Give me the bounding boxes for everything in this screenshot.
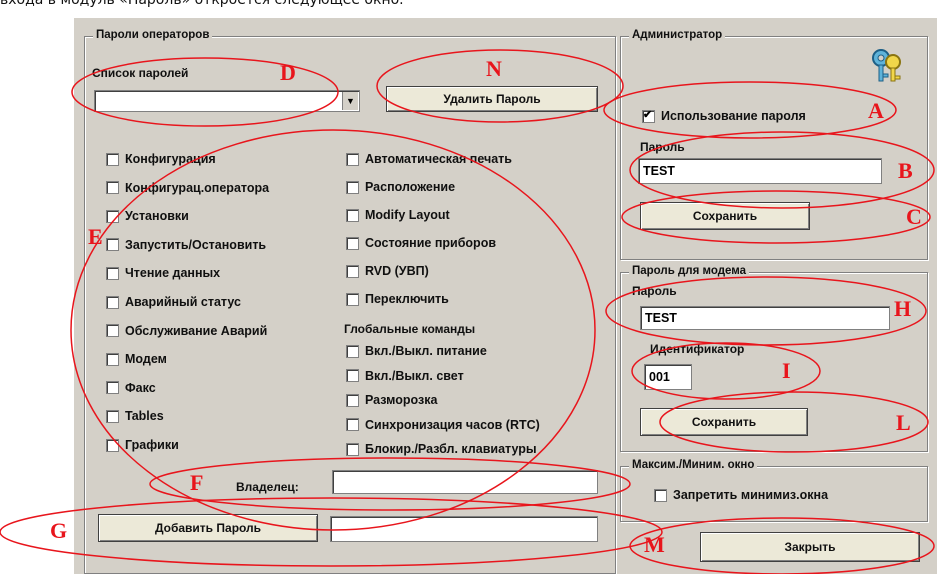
annotation-label-i: I xyxy=(782,358,791,383)
annotation-overlay xyxy=(0,49,935,574)
annotation-label-l: L xyxy=(896,410,911,435)
annotation-label-d: D xyxy=(280,60,296,85)
annotation-label-h: H xyxy=(894,296,912,321)
annotation-ellipse-m xyxy=(629,517,935,574)
annotation-ellipse-h xyxy=(605,276,927,346)
annotation-label-e: E xyxy=(88,224,103,249)
annotation-label-m: M xyxy=(644,532,665,557)
annotation-label-g: G xyxy=(50,518,68,543)
annotation-ellipse-e xyxy=(70,129,596,531)
annotation-ellipse-g xyxy=(0,497,663,567)
annotation-label-f: F xyxy=(190,470,204,495)
annotation-ellipse-l xyxy=(659,391,929,453)
annotation-label-b: B xyxy=(898,158,913,183)
annotation-ellipse-a xyxy=(603,81,897,139)
annotation-ellipse-f xyxy=(149,457,631,511)
annotation-label-a: A xyxy=(868,98,884,123)
annotation-ellipse-d xyxy=(71,57,339,127)
annotation-label-c: C xyxy=(906,204,922,229)
annotation-label-n: N xyxy=(486,56,502,81)
annotation-ellipse-c xyxy=(621,190,931,244)
annotation-ellipse-i xyxy=(631,342,821,400)
